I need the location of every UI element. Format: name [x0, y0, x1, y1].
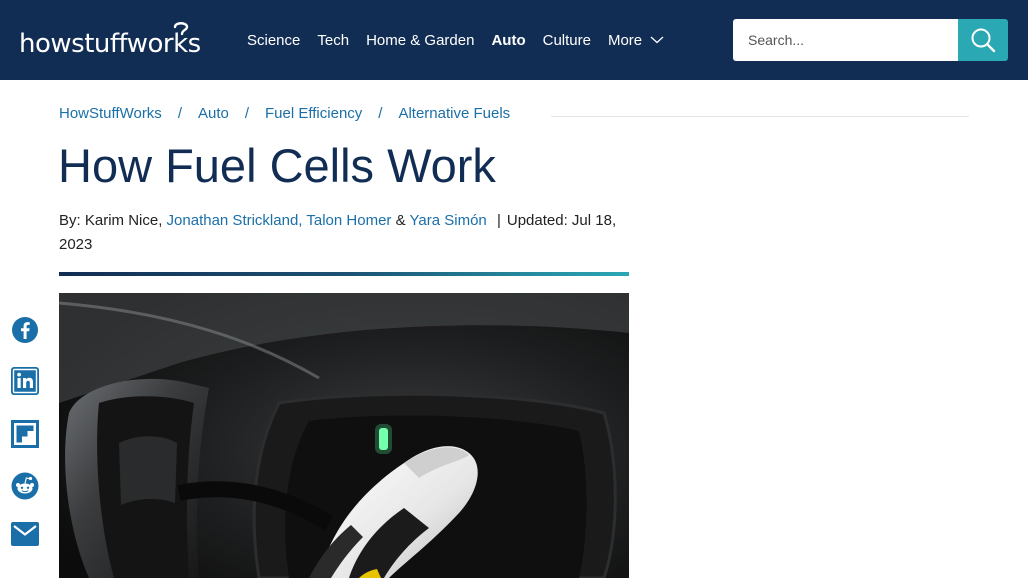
- nav-item-tech[interactable]: Tech: [317, 32, 349, 49]
- email-icon: [11, 522, 39, 546]
- author-link-jonathan-strickland[interactable]: Jonathan Strickland,: [167, 212, 303, 229]
- author-link-talon-homer[interactable]: Talon Homer: [306, 212, 391, 229]
- site-header: howstuffworks Science Tech Home & Garden…: [0, 0, 1028, 80]
- logo-question-mark-icon: [173, 22, 189, 36]
- share-reddit-button[interactable]: [11, 472, 39, 500]
- reddit-icon: [11, 472, 39, 500]
- search-icon: [971, 28, 996, 53]
- article-byline: By: Karim Nice, Jonathan Strickland, Tal…: [59, 209, 629, 257]
- facebook-icon: [12, 317, 38, 343]
- share-email-button[interactable]: [11, 521, 39, 549]
- updated-label: Updated:: [506, 212, 568, 229]
- byline-ampersand: &: [395, 212, 406, 229]
- breadcrumb-separator: /: [244, 105, 250, 122]
- linkedin-icon: [11, 367, 39, 395]
- author-karim-nice: Karim Nice,: [84, 212, 163, 229]
- nav-more-label: More: [607, 31, 643, 49]
- breadcrumb-alternative-fuels[interactable]: Alternative Fuels: [398, 105, 510, 122]
- author-link-yara-simon[interactable]: Yara Simón: [410, 212, 487, 229]
- byline-pipe: |: [496, 212, 501, 229]
- breadcrumb-fuel-efficiency[interactable]: Fuel Efficiency: [265, 105, 362, 122]
- hero-image: [59, 293, 629, 578]
- share-flipboard-button[interactable]: [11, 420, 39, 448]
- nav-item-science[interactable]: Science: [247, 32, 300, 49]
- ev-charging-photo: [59, 293, 629, 578]
- nav-more-menu[interactable]: More: [608, 32, 664, 49]
- site-logo[interactable]: howstuffworks: [19, 21, 219, 61]
- nav-item-home-garden[interactable]: Home & Garden: [366, 32, 474, 49]
- breadcrumb-howstuffworks[interactable]: HowStuffWorks: [59, 105, 162, 122]
- search-button[interactable]: [958, 19, 1008, 61]
- search-input[interactable]: [733, 19, 959, 61]
- breadcrumb-rule: [551, 116, 969, 117]
- breadcrumb: HowStuffWorks / Auto / Fuel Efficiency /…: [59, 105, 510, 122]
- nav-item-culture[interactable]: Culture: [543, 32, 591, 49]
- chevron-down-icon: [650, 36, 664, 44]
- breadcrumb-separator: /: [177, 105, 182, 122]
- share-facebook-button[interactable]: [11, 316, 39, 344]
- nav-item-auto[interactable]: Auto: [491, 32, 525, 49]
- title-divider: [59, 272, 629, 276]
- flipboard-icon: [11, 420, 39, 448]
- breadcrumb-auto[interactable]: Auto: [198, 105, 229, 122]
- main-nav: Science Tech Home & Garden Auto Culture …: [247, 0, 664, 80]
- page-title: How Fuel Cells Work: [58, 139, 496, 192]
- breadcrumb-separator: /: [378, 105, 383, 122]
- byline-prefix: By:: [59, 212, 81, 229]
- share-linkedin-button[interactable]: [11, 367, 39, 395]
